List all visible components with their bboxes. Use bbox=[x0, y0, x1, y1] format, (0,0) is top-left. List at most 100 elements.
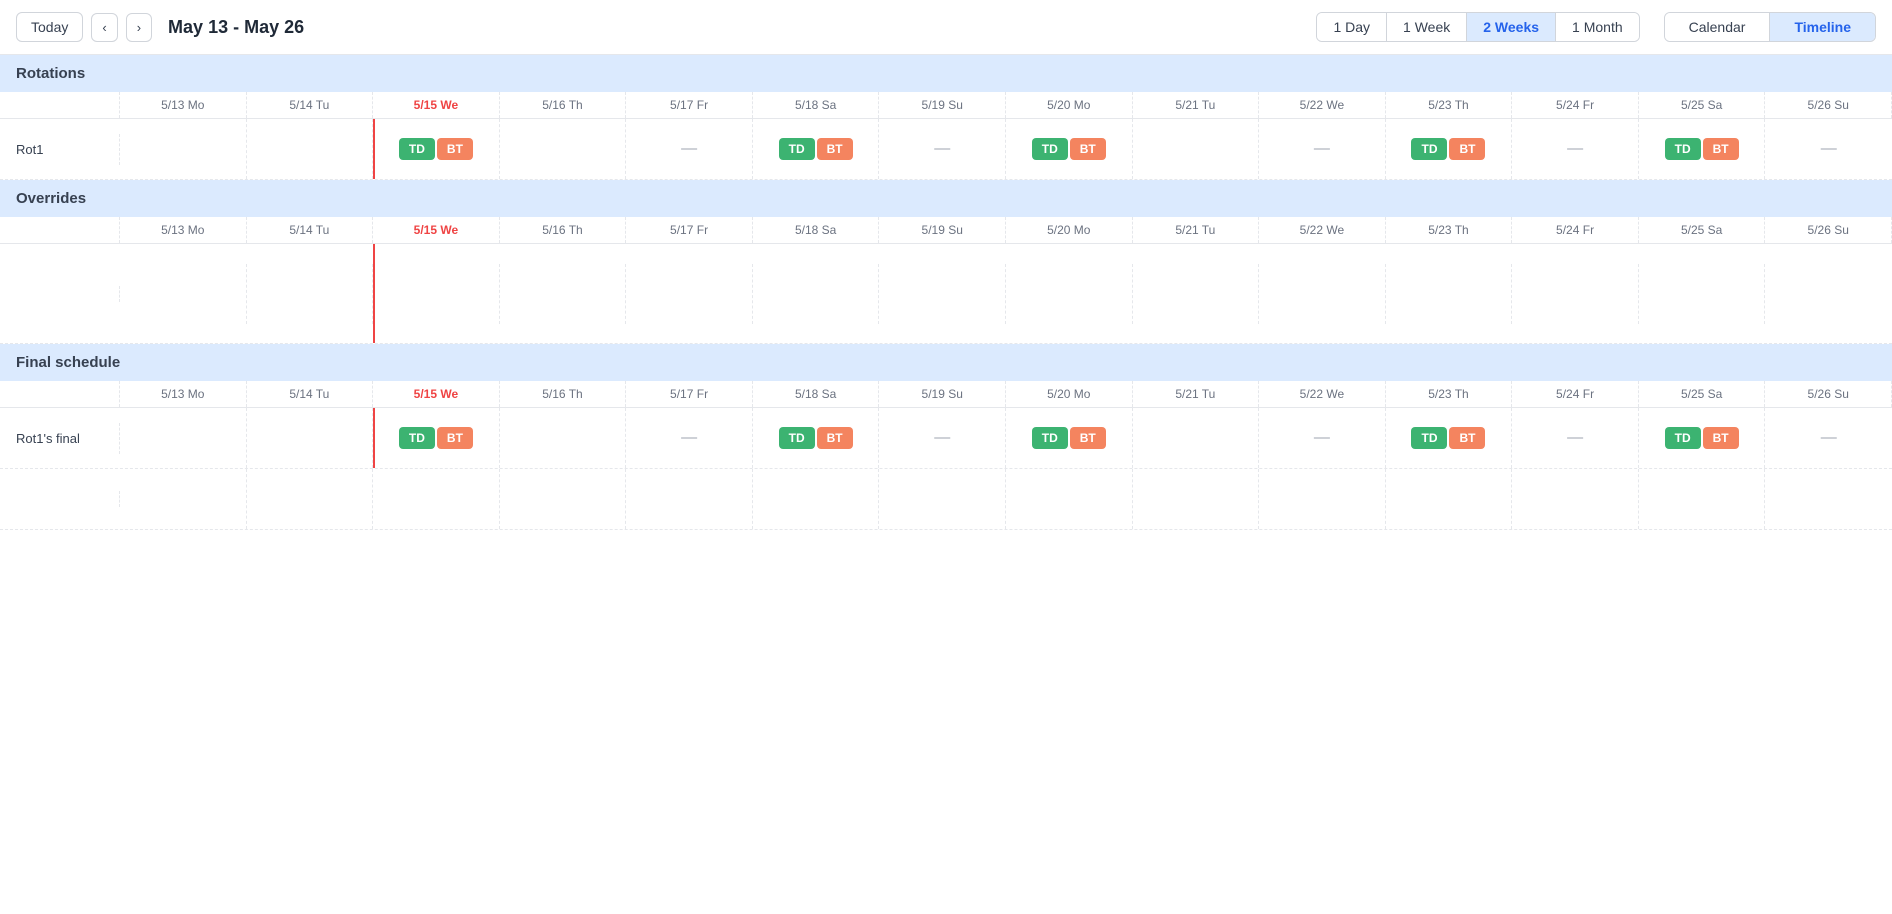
day-header-524: 5/24 Fr bbox=[1512, 92, 1639, 118]
ov-day-header-522: 5/22 We bbox=[1259, 217, 1386, 243]
rot1-bt-518[interactable]: BT bbox=[817, 138, 853, 160]
fs-cell-518: TD BT bbox=[753, 408, 880, 468]
ov-cell-518 bbox=[753, 264, 880, 324]
view-1month[interactable]: 1 Month bbox=[1556, 13, 1639, 41]
rot1-cell-525: TD BT bbox=[1639, 119, 1766, 179]
fs-cell-526: — bbox=[1765, 408, 1892, 468]
rot1-cell-523: TD BT bbox=[1386, 119, 1513, 179]
fs-bottom-padding bbox=[0, 469, 1892, 530]
rot1-td-523[interactable]: TD bbox=[1411, 138, 1447, 160]
view-1week[interactable]: 1 Week bbox=[1387, 13, 1467, 41]
rotations-day-headers: 5/13 Mo 5/14 Tu 5/15 We 5/16 Th 5/17 Fr … bbox=[0, 92, 1892, 119]
fs-dash-519: — bbox=[930, 429, 954, 447]
rot1-cell-515: TD BT bbox=[373, 119, 500, 179]
rot1-dash-517: — bbox=[677, 140, 701, 158]
fs-day-header-519: 5/19 Su bbox=[879, 381, 1006, 407]
fs-bt-520[interactable]: BT bbox=[1070, 427, 1106, 449]
rot1-dash-524: — bbox=[1563, 140, 1587, 158]
fs-td-515[interactable]: TD bbox=[399, 427, 435, 449]
mode-group: Calendar Timeline bbox=[1664, 12, 1876, 42]
day-header-514: 5/14 Tu bbox=[247, 92, 374, 118]
ov-cell-526 bbox=[1765, 264, 1892, 324]
fs-td-525[interactable]: TD bbox=[1665, 427, 1701, 449]
fs-td-520[interactable]: TD bbox=[1032, 427, 1068, 449]
rot1-td-520[interactable]: TD bbox=[1032, 138, 1068, 160]
rot1-td-515[interactable]: TD bbox=[399, 138, 435, 160]
fs-bt-523[interactable]: BT bbox=[1449, 427, 1485, 449]
rot1-bt-520[interactable]: BT bbox=[1070, 138, 1106, 160]
rotations-grid: 5/13 Mo 5/14 Tu 5/15 We 5/16 Th 5/17 Fr … bbox=[0, 92, 1892, 180]
view-1day[interactable]: 1 Day bbox=[1317, 13, 1387, 41]
rot1-dash-519: — bbox=[930, 140, 954, 158]
ov-cell-522 bbox=[1259, 264, 1386, 324]
rot1-label: Rot1 bbox=[0, 134, 120, 165]
fs-dash-522: — bbox=[1310, 429, 1334, 447]
rot1-dash-522: — bbox=[1310, 140, 1334, 158]
ov-day-header-518: 5/18 Sa bbox=[753, 217, 880, 243]
overrides-empty-row bbox=[0, 244, 1892, 344]
fs-bt-525[interactable]: BT bbox=[1703, 427, 1739, 449]
rot1-td-518[interactable]: TD bbox=[779, 138, 815, 160]
day-header-518: 5/18 Sa bbox=[753, 92, 880, 118]
fs-bt-515[interactable]: BT bbox=[437, 427, 473, 449]
fs-td-518[interactable]: TD bbox=[779, 427, 815, 449]
fs-day-header-518: 5/18 Sa bbox=[753, 381, 880, 407]
calendar-body: Rotations 5/13 Mo 5/14 Tu 5/15 We 5/16 T… bbox=[0, 55, 1892, 530]
day-header-526: 5/26 Su bbox=[1765, 92, 1892, 118]
rot1-cell-518: TD BT bbox=[753, 119, 880, 179]
ov-cell-515 bbox=[373, 264, 500, 324]
rot1-bt-523[interactable]: BT bbox=[1449, 138, 1485, 160]
rot1-cell-522: — bbox=[1259, 119, 1386, 179]
fs-cell-522: — bbox=[1259, 408, 1386, 468]
rot1-cell-524: — bbox=[1512, 119, 1639, 179]
fs-bt-518[interactable]: BT bbox=[817, 427, 853, 449]
fs-pad-label bbox=[0, 491, 120, 507]
mode-timeline[interactable]: Timeline bbox=[1770, 13, 1875, 41]
fs-day-header-521: 5/21 Tu bbox=[1133, 381, 1260, 407]
fs-cell-515: TD BT bbox=[373, 408, 500, 468]
fs-cell-521 bbox=[1133, 408, 1260, 468]
view-2weeks[interactable]: 2 Weeks bbox=[1467, 13, 1556, 41]
rot1-bt-525[interactable]: BT bbox=[1703, 138, 1739, 160]
ov-day-header-513: 5/13 Mo bbox=[120, 217, 247, 243]
prev-button[interactable]: ‹ bbox=[91, 13, 117, 42]
day-header-516: 5/16 Th bbox=[500, 92, 627, 118]
section-rotations-header: Rotations bbox=[0, 55, 1892, 92]
today-line-rotations bbox=[373, 119, 375, 179]
rot1-cell-516 bbox=[500, 119, 627, 179]
mode-calendar[interactable]: Calendar bbox=[1665, 13, 1771, 41]
ov-day-header-516: 5/16 Th bbox=[500, 217, 627, 243]
ov-day-header-515: 5/15 We bbox=[373, 217, 500, 243]
fs-cell-525: TD BT bbox=[1639, 408, 1766, 468]
ov-cell-524 bbox=[1512, 264, 1639, 324]
fs-cell-524: — bbox=[1512, 408, 1639, 468]
day-header-513: 5/13 Mo bbox=[120, 92, 247, 118]
rot1-td-525[interactable]: TD bbox=[1665, 138, 1701, 160]
final-day-headers: 5/13 Mo 5/14 Tu 5/15 We 5/16 Th 5/17 Fr … bbox=[0, 381, 1892, 408]
day-header-515: 5/15 We bbox=[373, 92, 500, 118]
ov-day-header-514: 5/14 Tu bbox=[247, 217, 374, 243]
fs-day-header-514: 5/14 Tu bbox=[247, 381, 374, 407]
fs-day-header-526: 5/26 Su bbox=[1765, 381, 1892, 407]
fs-day-header-517: 5/17 Fr bbox=[626, 381, 753, 407]
day-header-519: 5/19 Su bbox=[879, 92, 1006, 118]
fs-day-header-523: 5/23 Th bbox=[1386, 381, 1513, 407]
rot1-cell-526: — bbox=[1765, 119, 1892, 179]
fs-dash-524: — bbox=[1563, 429, 1587, 447]
ov-cell-521 bbox=[1133, 264, 1260, 324]
ov-cell-517 bbox=[626, 264, 753, 324]
rot1-bt-515[interactable]: BT bbox=[437, 138, 473, 160]
ov-day-header-521: 5/21 Tu bbox=[1133, 217, 1260, 243]
rot1-cell-517: — bbox=[626, 119, 753, 179]
fs-cell-513 bbox=[120, 408, 247, 468]
ov-cell-514 bbox=[247, 264, 374, 324]
date-range: May 13 - May 26 bbox=[168, 17, 348, 38]
fs-day-header-515: 5/15 We bbox=[373, 381, 500, 407]
next-button[interactable]: › bbox=[126, 13, 152, 42]
fs-day-header-524: 5/24 Fr bbox=[1512, 381, 1639, 407]
overrides-grid: 5/13 Mo 5/14 Tu 5/15 We 5/16 Th 5/17 Fr … bbox=[0, 217, 1892, 344]
rot1-cell-521 bbox=[1133, 119, 1260, 179]
today-button[interactable]: Today bbox=[16, 12, 83, 42]
ov-cell-523 bbox=[1386, 264, 1513, 324]
fs-td-523[interactable]: TD bbox=[1411, 427, 1447, 449]
